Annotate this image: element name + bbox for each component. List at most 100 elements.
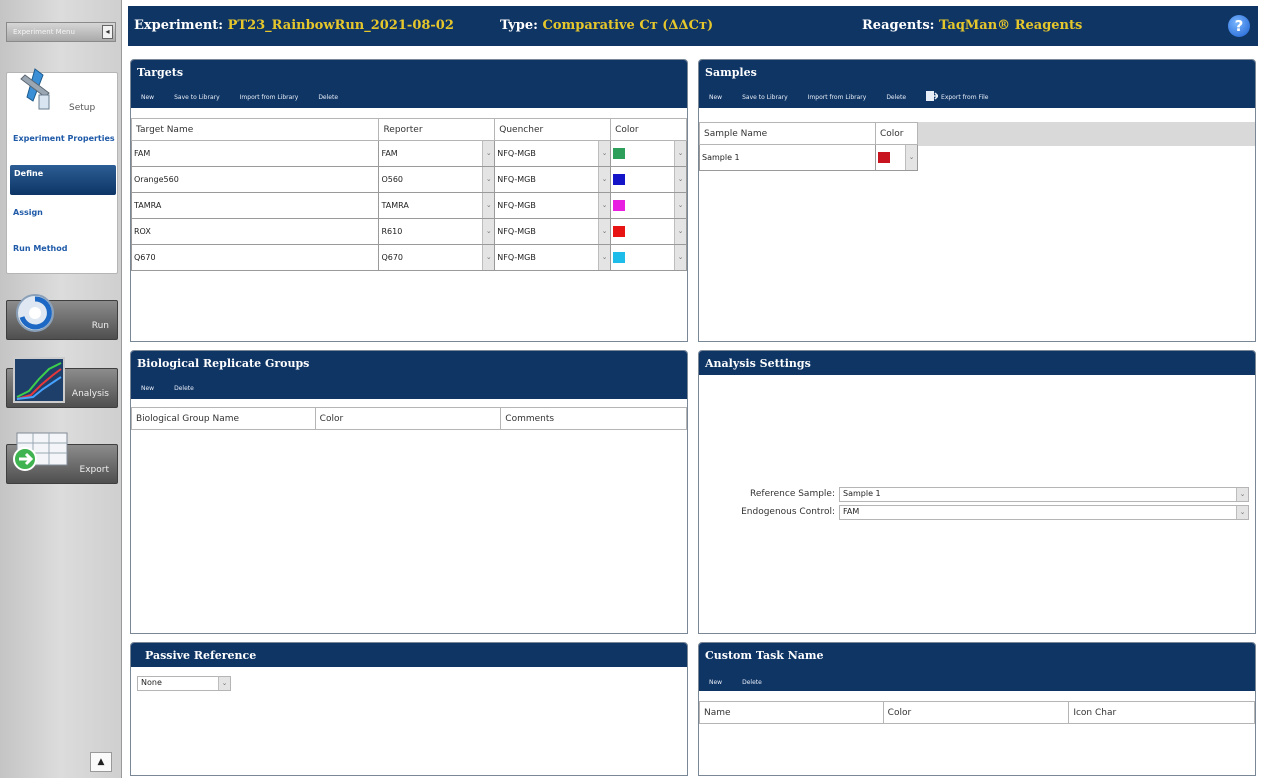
target-name-cell[interactable]: TAMRA <box>132 201 161 210</box>
samples-toolbar: New Save to Library Import from Library … <box>709 90 989 101</box>
bio-groups-new-button[interactable]: New <box>141 385 154 392</box>
chevron-down-icon[interactable]: ⌄ <box>905 145 917 170</box>
sample-name-cell[interactable]: Sample 1 <box>700 153 740 162</box>
chevron-down-icon[interactable]: ⌄ <box>482 219 495 244</box>
targets-import-library-button[interactable]: Import from Library <box>240 94 299 101</box>
run-label: Run <box>91 321 109 331</box>
col-task-icon-char[interactable]: Icon Char <box>1068 701 1255 724</box>
chevron-down-icon[interactable]: ⌄ <box>482 141 495 166</box>
analysis-panel-header: Analysis Settings <box>699 351 1255 375</box>
reporter-cell[interactable]: Q670 <box>379 253 403 262</box>
experiment-type-field: Type: Comparative Cт (ΔΔCт) <box>500 18 713 33</box>
chevron-down-icon[interactable]: ⌄ <box>1236 506 1248 519</box>
export-button[interactable]: Export <box>6 432 118 484</box>
color-swatch[interactable] <box>613 148 626 159</box>
table-row[interactable]: Orange560 O560 ⌄ NFQ-MGB ⌄ ⌄ <box>131 166 687 193</box>
reagents-value: TaqMan® Reagents <box>938 18 1083 33</box>
color-swatch[interactable] <box>613 252 626 263</box>
col-task-color[interactable]: Color <box>882 701 1070 724</box>
passive-reference-select[interactable]: None ⌄ <box>137 676 231 691</box>
targets-delete-button[interactable]: Delete <box>318 94 338 101</box>
quencher-cell[interactable]: NFQ-MGB <box>495 253 536 262</box>
targets-save-library-button[interactable]: Save to Library <box>174 94 220 101</box>
target-name-cell[interactable]: FAM <box>132 149 150 158</box>
chevron-down-icon[interactable]: ⌄ <box>598 193 611 218</box>
export-file-icon <box>926 90 940 101</box>
table-row[interactable]: Q670 Q670 ⌄ NFQ-MGB ⌄ ⌄ <box>131 244 687 271</box>
col-bio-group-color[interactable]: Color <box>314 407 502 430</box>
sidebar-item-assign[interactable]: Assign <box>13 207 43 218</box>
color-swatch[interactable] <box>613 200 626 211</box>
samples-export-file-button[interactable]: Export from File <box>926 90 989 101</box>
samples-import-library-button[interactable]: Import from Library <box>808 94 867 101</box>
reporter-cell[interactable]: O560 <box>379 175 403 184</box>
chevron-down-icon[interactable]: ⌄ <box>598 245 611 270</box>
table-row[interactable]: TAMRA TAMRA ⌄ NFQ-MGB ⌄ ⌄ <box>131 192 687 219</box>
chevron-down-icon[interactable]: ⌄ <box>482 167 495 192</box>
col-target-name[interactable]: Target Name <box>131 118 380 141</box>
chevron-down-icon[interactable]: ⌄ <box>674 167 686 192</box>
setup-label[interactable]: Setup <box>69 103 95 113</box>
chevron-down-icon[interactable]: ⌄ <box>598 141 611 166</box>
col-bio-group-comments[interactable]: Comments <box>500 407 687 430</box>
export-label: Export <box>79 465 109 475</box>
col-task-name[interactable]: Name <box>699 701 884 724</box>
quencher-cell[interactable]: NFQ-MGB <box>495 149 536 158</box>
help-icon[interactable]: ? <box>1228 15 1250 37</box>
chevron-down-icon[interactable]: ⌄ <box>1236 488 1248 501</box>
scroll-up-button[interactable]: ▲ <box>90 752 112 772</box>
endogenous-control-select[interactable]: FAM ⌄ <box>839 505 1249 520</box>
targets-new-button[interactable]: New <box>141 94 154 101</box>
color-swatch[interactable] <box>613 226 626 237</box>
experiment-name-field: Experiment: PT23_RainbowRun_2021-08-02 <box>134 18 454 33</box>
samples-new-button[interactable]: New <box>709 94 722 101</box>
col-quencher[interactable]: Quencher <box>494 118 612 141</box>
chevron-down-icon[interactable]: ⌄ <box>598 219 611 244</box>
reference-sample-select[interactable]: Sample 1 ⌄ <box>839 487 1249 502</box>
sidebar-item-define[interactable]: Define <box>10 165 116 195</box>
chevron-down-icon[interactable]: ⌄ <box>674 193 686 218</box>
reporter-cell[interactable]: TAMRA <box>379 201 408 210</box>
analysis-button[interactable]: Analysis <box>6 357 118 408</box>
collapse-sidebar-button[interactable]: ◂ <box>102 25 113 39</box>
target-name-cell[interactable]: ROX <box>132 227 151 236</box>
col-sample-color[interactable]: Color <box>875 122 918 145</box>
table-row[interactable]: FAM FAM ⌄ NFQ-MGB ⌄ ⌄ <box>131 140 687 167</box>
col-reporter[interactable]: Reporter <box>378 118 496 141</box>
col-bio-group-name[interactable]: Biological Group Name <box>131 407 316 430</box>
target-name-cell[interactable]: Orange560 <box>132 175 179 184</box>
chevron-down-icon[interactable]: ⌄ <box>674 141 686 166</box>
experiment-menu-label: Experiment Menu <box>13 28 75 36</box>
chevron-down-icon[interactable]: ⌄ <box>218 677 230 690</box>
custom-task-new-button[interactable]: New <box>709 679 722 686</box>
bio-groups-delete-button[interactable]: Delete <box>174 385 194 392</box>
reporter-cell[interactable]: FAM <box>379 149 397 158</box>
analysis-label: Analysis <box>71 389 109 399</box>
sidebar-item-run-method[interactable]: Run Method <box>13 243 67 254</box>
table-row[interactable]: ROX R610 ⌄ NFQ-MGB ⌄ ⌄ <box>131 218 687 245</box>
chevron-down-icon[interactable]: ⌄ <box>482 245 495 270</box>
chevron-down-icon[interactable]: ⌄ <box>598 167 611 192</box>
col-sample-name[interactable]: Sample Name <box>699 122 876 145</box>
chevron-down-icon[interactable]: ⌄ <box>674 245 686 270</box>
type-key: Type: <box>500 18 538 33</box>
experiment-menu-header[interactable]: Experiment Menu ◂ <box>6 22 116 42</box>
custom-task-delete-button[interactable]: Delete <box>742 679 762 686</box>
samples-delete-button[interactable]: Delete <box>886 94 906 101</box>
color-swatch[interactable] <box>878 152 890 163</box>
chevron-down-icon[interactable]: ⌄ <box>482 193 495 218</box>
quencher-cell[interactable]: NFQ-MGB <box>495 227 536 236</box>
target-name-cell[interactable]: Q670 <box>132 253 156 262</box>
analysis-chart-icon <box>13 357 65 403</box>
run-button[interactable]: Run <box>6 294 118 340</box>
experiment-value: PT23_RainbowRun_2021-08-02 <box>227 18 454 33</box>
quencher-cell[interactable]: NFQ-MGB <box>495 201 536 210</box>
samples-save-library-button[interactable]: Save to Library <box>742 94 788 101</box>
quencher-cell[interactable]: NFQ-MGB <box>495 175 536 184</box>
sidebar-item-experiment-properties[interactable]: Experiment Properties <box>13 133 115 144</box>
reporter-cell[interactable]: R610 <box>379 227 402 236</box>
color-swatch[interactable] <box>613 174 626 185</box>
chevron-down-icon[interactable]: ⌄ <box>674 219 686 244</box>
col-color[interactable]: Color <box>610 118 687 141</box>
table-row[interactable]: Sample 1 ⌄ <box>699 144 918 171</box>
